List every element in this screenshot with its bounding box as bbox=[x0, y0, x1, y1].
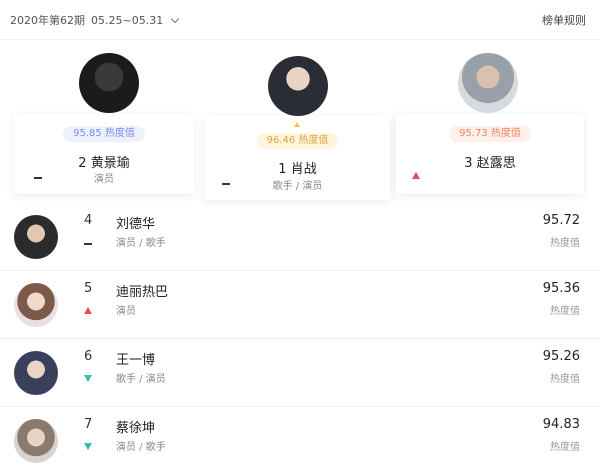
artist-role: 演员 / 歌手 bbox=[116, 442, 166, 453]
artist-name: 蔡徐坤 bbox=[116, 421, 156, 436]
podium-card-rank-1[interactable]: 96.46 热度值 1 肖战 歌手 / 演员 bbox=[205, 116, 390, 200]
list-item[interactable]: 4 刘德华 演员 / 歌手 95.72 热度值 bbox=[0, 203, 600, 271]
rules-link[interactable]: 榜单规则 bbox=[542, 12, 586, 28]
list-item[interactable]: 5 迪丽热巴 演员 95.36 热度值 bbox=[0, 271, 600, 339]
score-badge: 95.73 热度值 bbox=[449, 126, 531, 142]
score-unit: 热度值 bbox=[550, 306, 580, 317]
avatar[interactable] bbox=[268, 56, 328, 116]
list-item[interactable]: 7 蔡徐坤 演员 / 歌手 94.83 热度值 bbox=[0, 407, 600, 470]
rank-and-name: 3 赵露思 bbox=[396, 152, 584, 171]
rank-number: 2 bbox=[78, 156, 87, 171]
score-value: 95.73 bbox=[459, 128, 488, 139]
artist-role: 歌手 / 演员 bbox=[272, 181, 323, 192]
score-value: 95.26 bbox=[542, 349, 580, 364]
trend-up-icon bbox=[412, 172, 420, 179]
crown-icon bbox=[294, 122, 300, 127]
artist-name: 刘德华 bbox=[116, 217, 156, 232]
score-unit: 热度值 bbox=[550, 442, 580, 453]
score-badge: 96.46 热度值 bbox=[256, 133, 339, 149]
podium-card-rank-3[interactable]: 95.73 热度值 3 赵露思 bbox=[396, 114, 584, 194]
artist-name: 迪丽热巴 bbox=[116, 285, 169, 300]
score-value: 95.72 bbox=[542, 213, 580, 228]
rank-number: 6 bbox=[84, 349, 93, 364]
trend-flat-icon bbox=[222, 183, 230, 185]
score-badge: 95.85 热度值 bbox=[63, 126, 145, 142]
trend-down-icon bbox=[84, 375, 92, 382]
date-range: 05.25~05.31 bbox=[91, 13, 164, 27]
avatar[interactable] bbox=[458, 53, 518, 113]
trend-down-icon bbox=[84, 443, 92, 450]
period-label: 2020年第62期 bbox=[10, 14, 85, 27]
rank-number: 3 bbox=[464, 156, 473, 171]
score-value: 95.85 bbox=[73, 128, 102, 139]
rank-and-name: 1 肖战 bbox=[205, 158, 390, 177]
rank-number: 7 bbox=[84, 417, 93, 432]
avatar bbox=[14, 283, 58, 327]
score-value: 94.83 bbox=[542, 417, 580, 432]
list-item[interactable]: 6 王一博 歌手 / 演员 95.26 热度值 bbox=[0, 339, 600, 407]
avatar bbox=[14, 215, 58, 259]
trend-flat-icon bbox=[84, 243, 92, 245]
score-unit: 热度值 bbox=[490, 128, 521, 139]
avatar[interactable] bbox=[79, 53, 139, 113]
rank-number: 5 bbox=[84, 281, 93, 296]
artist-name: 赵露思 bbox=[476, 156, 516, 171]
score-unit: 热度值 bbox=[550, 374, 580, 385]
score-unit: 热度值 bbox=[104, 128, 135, 139]
artist-role: 歌手 / 演员 bbox=[116, 374, 166, 385]
score-unit: 热度值 bbox=[298, 135, 329, 146]
period-selector[interactable]: 2020年第62期 05.25~05.31 bbox=[10, 12, 180, 28]
avatar bbox=[14, 419, 58, 463]
score-value: 95.36 bbox=[542, 281, 580, 296]
trend-up-icon bbox=[84, 307, 92, 314]
artist-role: 演员 / 歌手 bbox=[116, 238, 166, 249]
score-value: 96.46 bbox=[266, 135, 296, 146]
artist-name: 王一博 bbox=[116, 353, 156, 368]
artist-role: 演员 bbox=[116, 306, 136, 317]
trend-flat-icon bbox=[34, 177, 42, 179]
rank-and-name: 2 黄景瑜 bbox=[14, 152, 194, 171]
chevron-down-icon bbox=[170, 14, 180, 23]
artist-name: 肖战 bbox=[290, 162, 317, 177]
score-unit: 热度值 bbox=[550, 238, 580, 249]
podium-card-rank-2[interactable]: 95.85 热度值 2 黄景瑜 演员 bbox=[14, 114, 194, 194]
rank-number: 4 bbox=[84, 213, 93, 228]
ranking-header: 2020年第62期 05.25~05.31 榜单规则 bbox=[0, 0, 600, 40]
artist-name: 黄景瑜 bbox=[90, 156, 130, 171]
avatar bbox=[14, 351, 58, 395]
rank-number: 1 bbox=[278, 162, 287, 177]
